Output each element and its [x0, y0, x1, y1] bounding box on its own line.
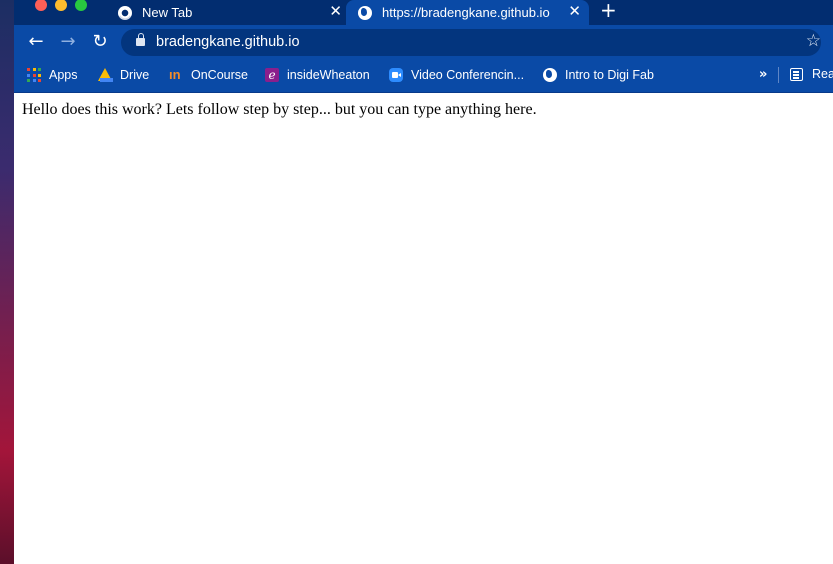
minimize-window-button[interactable] — [55, 0, 67, 11]
lock-icon[interactable] — [136, 33, 145, 46]
desktop-wallpaper — [0, 0, 14, 564]
browser-window: New Tab ✕ https://bradengkane.github.io … — [14, 0, 833, 564]
page-content: Hello does this work? Lets follow step b… — [14, 94, 833, 564]
maximize-window-button[interactable] — [75, 0, 87, 11]
bookmark-apps[interactable]: Apps — [27, 67, 78, 83]
bookmark-label: insideWheaton — [287, 68, 370, 82]
bookmark-drive[interactable]: Drive — [98, 67, 149, 83]
inside-wheaton-icon: e — [265, 68, 279, 82]
page-body-text: Hello does this work? Lets follow step b… — [22, 101, 537, 118]
tab-new-tab[interactable]: New Tab ✕ — [118, 0, 348, 25]
bookmarks-bar: Apps Drive ın OnCourse e insideWheaton V… — [14, 58, 833, 93]
reload-button[interactable]: ↻ — [89, 31, 111, 53]
address-bar[interactable]: bradengkane.github.io ☆ — [121, 29, 821, 56]
url-text[interactable]: bradengkane.github.io — [156, 34, 300, 50]
close-tab-icon[interactable]: ✕ — [568, 4, 581, 19]
bookmark-label: Intro to Digi Fab — [565, 68, 654, 82]
bookmark-star-icon[interactable]: ☆ — [806, 31, 821, 51]
bookmark-label: Drive — [120, 68, 150, 82]
bookmark-video-conferencing[interactable]: Video Conferencin... — [389, 67, 524, 83]
google-drive-icon — [98, 68, 113, 82]
close-window-button[interactable] — [35, 0, 47, 11]
bookmarks-divider — [778, 67, 779, 83]
bookmark-oncourse[interactable]: ın OnCourse — [169, 67, 248, 83]
toolbar: ← → ↻ bradengkane.github.io ☆ — [14, 25, 833, 58]
bookmark-insidewheaton[interactable]: e insideWheaton — [265, 67, 370, 83]
bookmark-intro-digi-fab[interactable]: Intro to Digi Fab — [543, 67, 654, 83]
forward-button[interactable]: → — [57, 31, 79, 53]
reading-list-label[interactable]: Rea — [812, 67, 833, 81]
back-button[interactable]: ← — [25, 31, 47, 53]
more-bookmarks-chevron-icon[interactable]: » — [759, 67, 767, 82]
bookmark-label: Video Conferencin... — [411, 68, 525, 82]
globe-icon — [543, 68, 557, 82]
bookmark-label: Apps — [49, 68, 78, 82]
tab-title: New Tab — [142, 5, 193, 20]
chrome-icon — [118, 5, 132, 20]
tab-title: https://bradengkane.github.io — [382, 5, 550, 20]
apps-grid-icon — [27, 68, 41, 82]
zoom-icon — [389, 68, 403, 82]
globe-icon — [358, 5, 372, 20]
tab-bradengkane[interactable]: https://bradengkane.github.io ✕ — [346, 0, 589, 25]
bookmark-label: OnCourse — [191, 68, 248, 82]
new-tab-button[interactable]: + — [600, 0, 617, 20]
reading-list-icon[interactable] — [790, 68, 803, 81]
close-tab-icon[interactable]: ✕ — [329, 4, 342, 19]
tab-strip: New Tab ✕ https://bradengkane.github.io … — [14, 0, 833, 25]
oncourse-icon: ın — [169, 67, 181, 82]
